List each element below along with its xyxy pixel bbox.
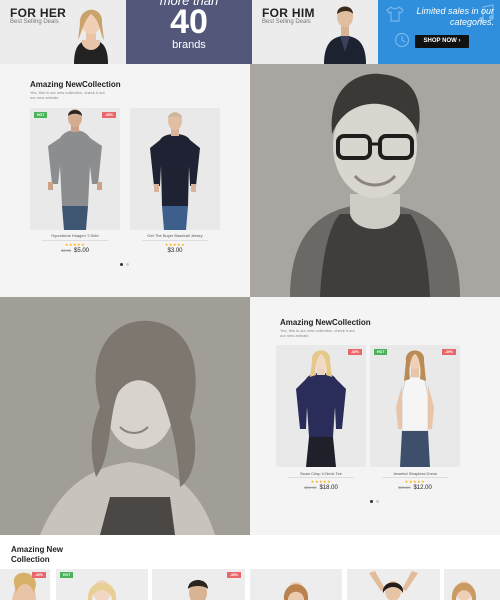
discount-badge: -30% (226, 572, 241, 578)
carousel-dot-2[interactable] (376, 500, 379, 503)
discount-badge: -30% (441, 349, 456, 355)
for-him-tile[interactable]: FOR HIM Best Selling Deals (252, 0, 378, 64)
product-name[interactable]: Hyundreds Hoagen T-Shirt (30, 233, 120, 238)
man-with-glasses-photo (250, 64, 500, 297)
product-image[interactable]: -30% (276, 345, 366, 467)
current-price: $5.00 (74, 248, 90, 254)
product-name[interactable]: Jeweled Strapless Dress (370, 471, 460, 476)
limited-sales-text: Limited sales in our categories. (416, 6, 494, 27)
product-image[interactable] (130, 108, 220, 230)
limited-sales-tile[interactable]: Limited sales in our categories. SHOP NO… (378, 0, 500, 64)
collection-description: Yes, this is our new collection, check i… (30, 90, 105, 100)
product-name[interactable]: Get The Buyer Baseball Jersey (130, 233, 220, 238)
clock-icon (394, 32, 410, 48)
rating-stars: ★★★★★ (310, 479, 332, 484)
product-thumb[interactable] (250, 569, 342, 600)
old-price: $20.00 (304, 485, 317, 490)
collection-description: Yes, this is our new collection, check i… (280, 328, 355, 338)
for-her-title: FOR HER (10, 6, 67, 20)
collection-title: Amazing NewCollection (280, 318, 371, 327)
rating-stars: ★★★★★ (164, 242, 186, 247)
old-price: $5.00 (60, 248, 71, 253)
for-him-title: FOR HIM (262, 6, 315, 20)
discount-badge: -30% (31, 572, 46, 578)
hot-badge: HOT (60, 572, 74, 578)
male-model-grey-tee (48, 109, 102, 230)
woman-curly-hair-photo (0, 297, 250, 535)
divider (382, 477, 448, 478)
collection-panel-2: Amazing NewCollection Yes, this is our n… (250, 297, 500, 535)
product-image[interactable]: HOT -30% (30, 108, 120, 230)
female-partial-thumb-image (444, 569, 500, 600)
rating-stars: ★★★★★ (404, 479, 426, 484)
product-thumb[interactable]: -30% (152, 569, 245, 600)
hot-badge: HOT (374, 349, 388, 355)
shop-now-button[interactable]: SHOP NOW › (415, 35, 469, 48)
divider (288, 477, 354, 478)
product-thumb[interactable]: -30% (0, 569, 50, 600)
collection-panel-1: Amazing NewCollection Yes, this is our n… (0, 64, 250, 297)
product-price: $20.00 $18.00 (276, 485, 366, 491)
collection-title: Amazing NewCollection (30, 80, 121, 89)
carousel-dot-2[interactable] (126, 263, 129, 266)
carousel-dot-1[interactable] (370, 500, 373, 503)
old-price: $15.00 (398, 485, 411, 490)
brands-label: brands (172, 39, 206, 51)
woman-model-image (74, 9, 108, 64)
product-thumb[interactable] (444, 569, 500, 600)
current-price: $3.00 (167, 248, 183, 254)
current-price: $12.00 (413, 485, 432, 491)
male-model-navy-polo (150, 112, 200, 230)
t-shirt-icon (386, 6, 404, 22)
female-brunette-thumb-image (250, 569, 342, 600)
discount-badge: -30% (101, 112, 116, 118)
product-price: $3.00 (130, 248, 220, 254)
bottom-collection-title: Amazing New Collection (11, 545, 64, 564)
woman-portrait-illustration (0, 297, 250, 535)
product-price: $5.00 $5.00 (30, 248, 120, 254)
for-her-subtitle: Best Selling Deals (10, 19, 59, 25)
carousel-dot-1[interactable] (120, 263, 123, 266)
current-price: $18.00 (319, 485, 338, 491)
brands-tile[interactable]: more than 40 brands (126, 0, 252, 64)
divider (42, 240, 108, 241)
man-portrait-illustration (250, 64, 500, 297)
product-image[interactable]: HOT -30% (370, 345, 460, 467)
product-name[interactable]: Swan Crisp V-Neck Tee (276, 471, 366, 476)
rating-stars: ★★★★★ (64, 242, 86, 247)
promo-banner: FOR HER Best Selling Deals more than 40 … (0, 0, 500, 64)
female-model-navy-shirt (296, 350, 346, 467)
for-her-tile[interactable]: FOR HER Best Selling Deals (0, 0, 126, 64)
female-model-white-top (396, 350, 434, 467)
man-model-image (324, 6, 366, 64)
female-arms-up-thumb-image (347, 569, 440, 600)
discount-badge: -30% (347, 349, 362, 355)
divider (142, 240, 208, 241)
product-thumb[interactable] (347, 569, 440, 600)
hot-badge: HOT (34, 112, 48, 118)
product-price: $15.00 $12.00 (370, 485, 460, 491)
brands-count: 40 (170, 3, 208, 41)
for-him-subtitle: Best Selling Deals (262, 19, 311, 25)
product-thumb[interactable]: HOT (56, 569, 148, 600)
